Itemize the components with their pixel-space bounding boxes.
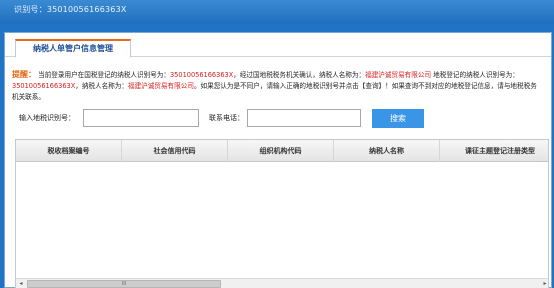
column-header-tax-file-number[interactable]: 税收档案编号: [16, 140, 122, 162]
phone-label: 联系电话：: [209, 114, 244, 122]
column-header-credit-code[interactable]: 社会信用代码: [122, 140, 228, 162]
top-bar: 识别号：35010056166363X: [0, 0, 554, 24]
taxpayer-name-1: 福建沪诚贸易有限公司: [365, 71, 432, 79]
notice-part-3: 地税登记的纳税人识别号为：: [431, 71, 519, 79]
local-tax-id-label: 输入地税识别号：: [19, 114, 75, 122]
column-header-org-code[interactable]: 组织机构代码: [228, 140, 334, 162]
notice-text: 提醒： 当前登录用户在国税登记的纳税人识别号为：35010056166363X，…: [12, 69, 542, 103]
local-tax-id: 35010056166363X: [12, 82, 76, 90]
search-form: 输入地税识别号： 联系电话： 搜索: [19, 109, 539, 128]
scroll-left-icon[interactable]: ◂: [16, 279, 26, 288]
national-tax-id: 35010056166363X: [169, 71, 234, 79]
search-button[interactable]: 搜索: [372, 109, 424, 128]
tab-strip: 纳税人单管户信息管理: [5, 33, 551, 58]
column-header-taxpayer-name[interactable]: 纳税人名称: [334, 140, 440, 162]
notice-part-1: 当前登录用户在国税登记的纳税人识别号为：: [38, 71, 170, 79]
notice-label: 提醒：: [12, 70, 36, 79]
horizontal-scrollbar[interactable]: ◂ III ▸: [16, 278, 548, 288]
taxpayer-id-display: 识别号：35010056166363X: [14, 4, 127, 15]
scroll-right-icon[interactable]: ▸: [540, 279, 548, 288]
table-header: 税收档案编号 社会信用代码 组织机构代码 纳税人名称 课征主题登记注册类型: [16, 140, 548, 162]
scrollbar-thumb[interactable]: III: [27, 280, 221, 288]
notice-part-4: ，纳税人名称为：: [75, 82, 128, 90]
results-table: 税收档案编号 社会信用代码 组织机构代码 纳税人名称 课征主题登记注册类型 ◂ …: [15, 139, 549, 288]
main-panel: 纳税人单管户信息管理 提醒： 当前登录用户在国税登记的纳税人识别号为：35010…: [4, 32, 552, 288]
tab-taxpayer-management[interactable]: 纳税人单管户信息管理: [15, 39, 131, 58]
notice-part-2: ，经过国地税税务机关确认，纳税人名称为：: [233, 71, 366, 79]
taxpayer-id-label: 识别号：: [14, 5, 47, 14]
column-header-registration-type[interactable]: 课征主题登记注册类型: [440, 140, 548, 162]
taxpayer-name-2: 福建沪诚贸易有限公司: [128, 82, 194, 90]
taxpayer-id-value: 35010056166363X: [46, 5, 127, 14]
phone-input[interactable]: [247, 109, 361, 127]
local-tax-id-input[interactable]: [83, 109, 199, 127]
